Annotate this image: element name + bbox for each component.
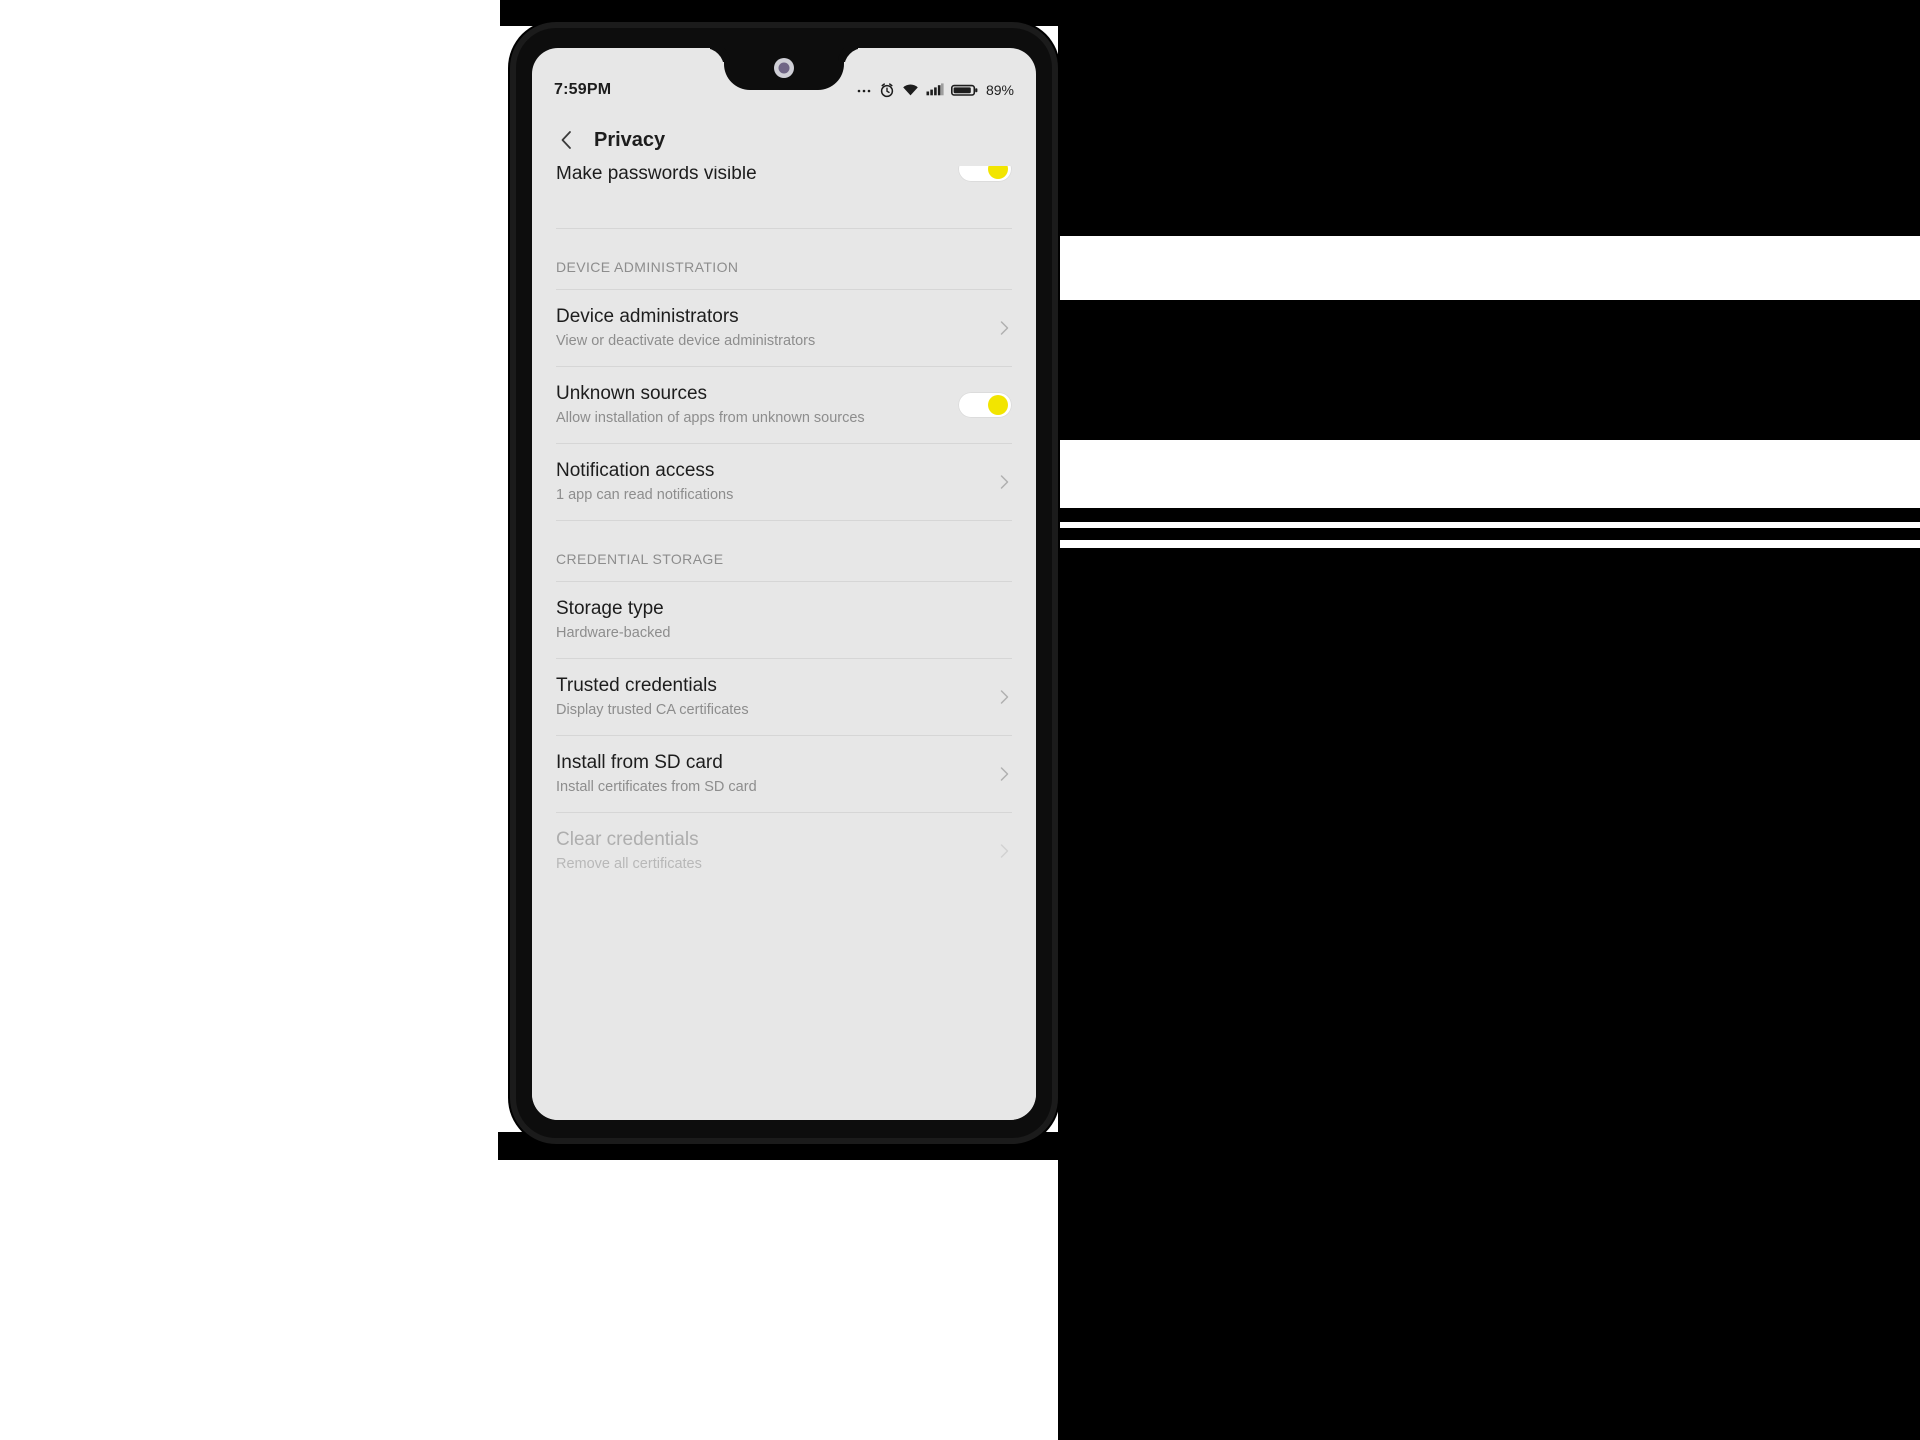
status-bar-icons: 89% [856,82,1014,98]
chevron-right-icon [1000,767,1009,781]
row-text-block: Device administrators View or deactivate… [556,305,982,352]
row-text-block: Storage type Hardware-backed [556,597,1012,644]
toggle-knob [988,166,1008,179]
row-subtitle: Display trusted CA certificates [556,702,749,719]
row-notification-access[interactable]: Notification access 1 app can read notif… [532,444,1036,520]
chevron-right-icon [1000,690,1009,704]
row-title: Clear credentials [556,828,699,850]
battery-percentage-label: 89% [985,82,1014,98]
row-title: Notification access [556,459,715,481]
phone-device-frame: 7:59PM 89% Privacy Make passwords visibl… [510,22,1058,1144]
row-title: Unknown sources [556,382,708,404]
row-subtitle: View or deactivate device administrators [556,333,816,350]
chevron-right-icon [1000,321,1009,335]
background-artifact-block [1058,528,1920,540]
app-bar: Privacy [532,114,1036,166]
alarm-icon [880,83,894,98]
chevron-right-icon [1000,844,1009,858]
row-subtitle: Hardware-backed [556,625,671,642]
background-artifact-block [1058,0,1920,236]
row-subtitle: Remove all certificates [556,856,702,873]
background-artifact-block [1058,548,1920,1440]
row-install-from-sd-card[interactable]: Install from SD card Install certificate… [532,736,1036,812]
row-title: Make passwords visible [556,166,757,184]
settings-list[interactable]: Make passwords visible DEVICE ADMINISTRA… [532,166,1036,1120]
phone-screen: 7:59PM 89% Privacy Make passwords visibl… [532,48,1036,1120]
row-make-passwords-visible[interactable]: Make passwords visible [532,166,1036,210]
wifi-icon [903,84,918,96]
back-chevron-icon[interactable] [556,129,578,151]
toggle-knob [988,395,1008,415]
row-text-block: Trusted credentials Display trusted CA c… [556,674,982,721]
background-artifact-block [1058,300,1920,440]
chevron-right-icon [1000,475,1009,489]
row-subtitle: Allow installation of apps from unknown … [556,410,865,427]
overflow-dots-icon [857,89,871,93]
toggle-unknown-sources[interactable] [958,392,1012,418]
toggle-make-passwords-visible[interactable] [958,166,1012,182]
status-bar-clock: 7:59PM [554,81,612,98]
row-clear-credentials: Clear credentials Remove all certificate… [532,813,1036,889]
battery-icon [950,84,978,96]
row-text-block: Unknown sources Allow installation of ap… [556,382,944,429]
row-device-administrators[interactable]: Device administrators View or deactivate… [532,290,1036,366]
row-subtitle: 1 app can read notifications [556,487,734,504]
signal-icon [926,83,944,96]
row-title: Device administrators [556,305,739,327]
row-unknown-sources[interactable]: Unknown sources Allow installation of ap… [532,367,1036,443]
row-text-block: Notification access 1 app can read notif… [556,459,982,506]
background-artifact-block [1058,508,1920,522]
page-title: Privacy [594,128,666,151]
row-trusted-credentials[interactable]: Trusted credentials Display trusted CA c… [532,659,1036,735]
row-text-block: Clear credentials Remove all certificate… [556,828,982,875]
row-storage-type[interactable]: Storage type Hardware-backed [532,582,1036,658]
row-text-block: Install from SD card Install certificate… [556,751,982,798]
status-bar: 7:59PM 89% [532,48,1036,114]
row-title: Trusted credentials [556,674,717,696]
screenshot-canvas: 7:59PM 89% Privacy Make passwords visibl… [0,0,1920,1440]
row-title: Install from SD card [556,751,723,773]
row-text-block: Make passwords visible [556,166,944,186]
section-header-device-administration: DEVICE ADMINISTRATION [556,259,739,275]
section-header-credential-storage: CREDENTIAL STORAGE [556,551,724,567]
row-subtitle: Install certificates from SD card [556,779,757,796]
row-title: Storage type [556,597,664,619]
